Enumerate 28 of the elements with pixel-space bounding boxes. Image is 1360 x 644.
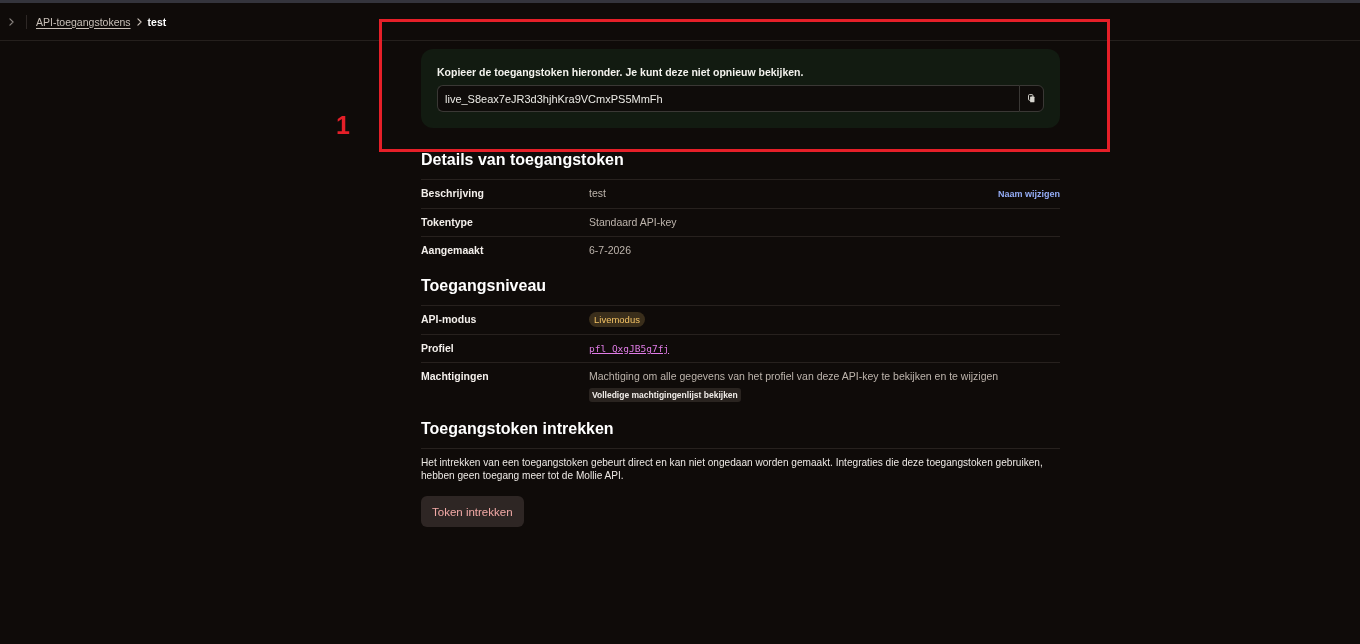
field-label: Tokentype <box>421 216 474 229</box>
field-label: Beschrijving <box>421 187 486 200</box>
breadcrumb-link[interactable]: API-toegangstokens <box>36 15 131 28</box>
section-heading: Toegangsniveau <box>421 276 1060 306</box>
field-value: Standaard API-key <box>589 216 677 229</box>
token-notice-message: Kopieer de toegangstoken hieronder. Je kunt deze niet opnieuw bekijken. <box>437 66 805 78</box>
copy-button[interactable] <box>1019 85 1044 112</box>
field-value: test <box>589 187 606 200</box>
view-permissions-button[interactable]: Volledige machtigingenlijst bekijken <box>589 388 741 402</box>
breadcrumb-current: test <box>147 15 167 28</box>
revoke-token-button[interactable]: Token intrekken <box>421 496 524 527</box>
mode-badge: Livemodus <box>589 312 645 327</box>
field-value: Machtiging om alle gegevens van het profiel van deze API-key te bekijken en te wijzigen <box>589 370 999 383</box>
profile-link[interactable]: pfl_QxgJB5g7fj <box>589 342 670 355</box>
copy-icon <box>1028 94 1035 103</box>
chevron-icon <box>8 17 14 26</box>
rename-link[interactable]: Naam wijzigen <box>998 189 1060 199</box>
field-value: 6-7-2026 <box>589 244 632 257</box>
section-heading: Details van toegangstoken <box>421 150 1060 180</box>
field-label: Profiel <box>421 342 455 355</box>
chevron-icon <box>136 17 142 26</box>
section-heading: Toegangstoken intrekken <box>421 419 1060 449</box>
field-label: Aangemaakt <box>421 244 485 257</box>
token-field[interactable]: live_S8eax7eJR3d3hjhKra9VCmxPS5MmFh <box>437 85 1019 112</box>
field-label: Machtigingen <box>421 370 490 383</box>
revoke-description: Het intrekken van een toegangstoken gebeurt direct en kan niet ongedaan worden gemaakt. Integraties die deze toegangstoken gebruiken, hebben geen toegang meer tot de Mollie API. <box>421 456 1044 482</box>
annotation-number: 1 <box>336 111 350 139</box>
field-label: API-modus <box>421 313 478 326</box>
